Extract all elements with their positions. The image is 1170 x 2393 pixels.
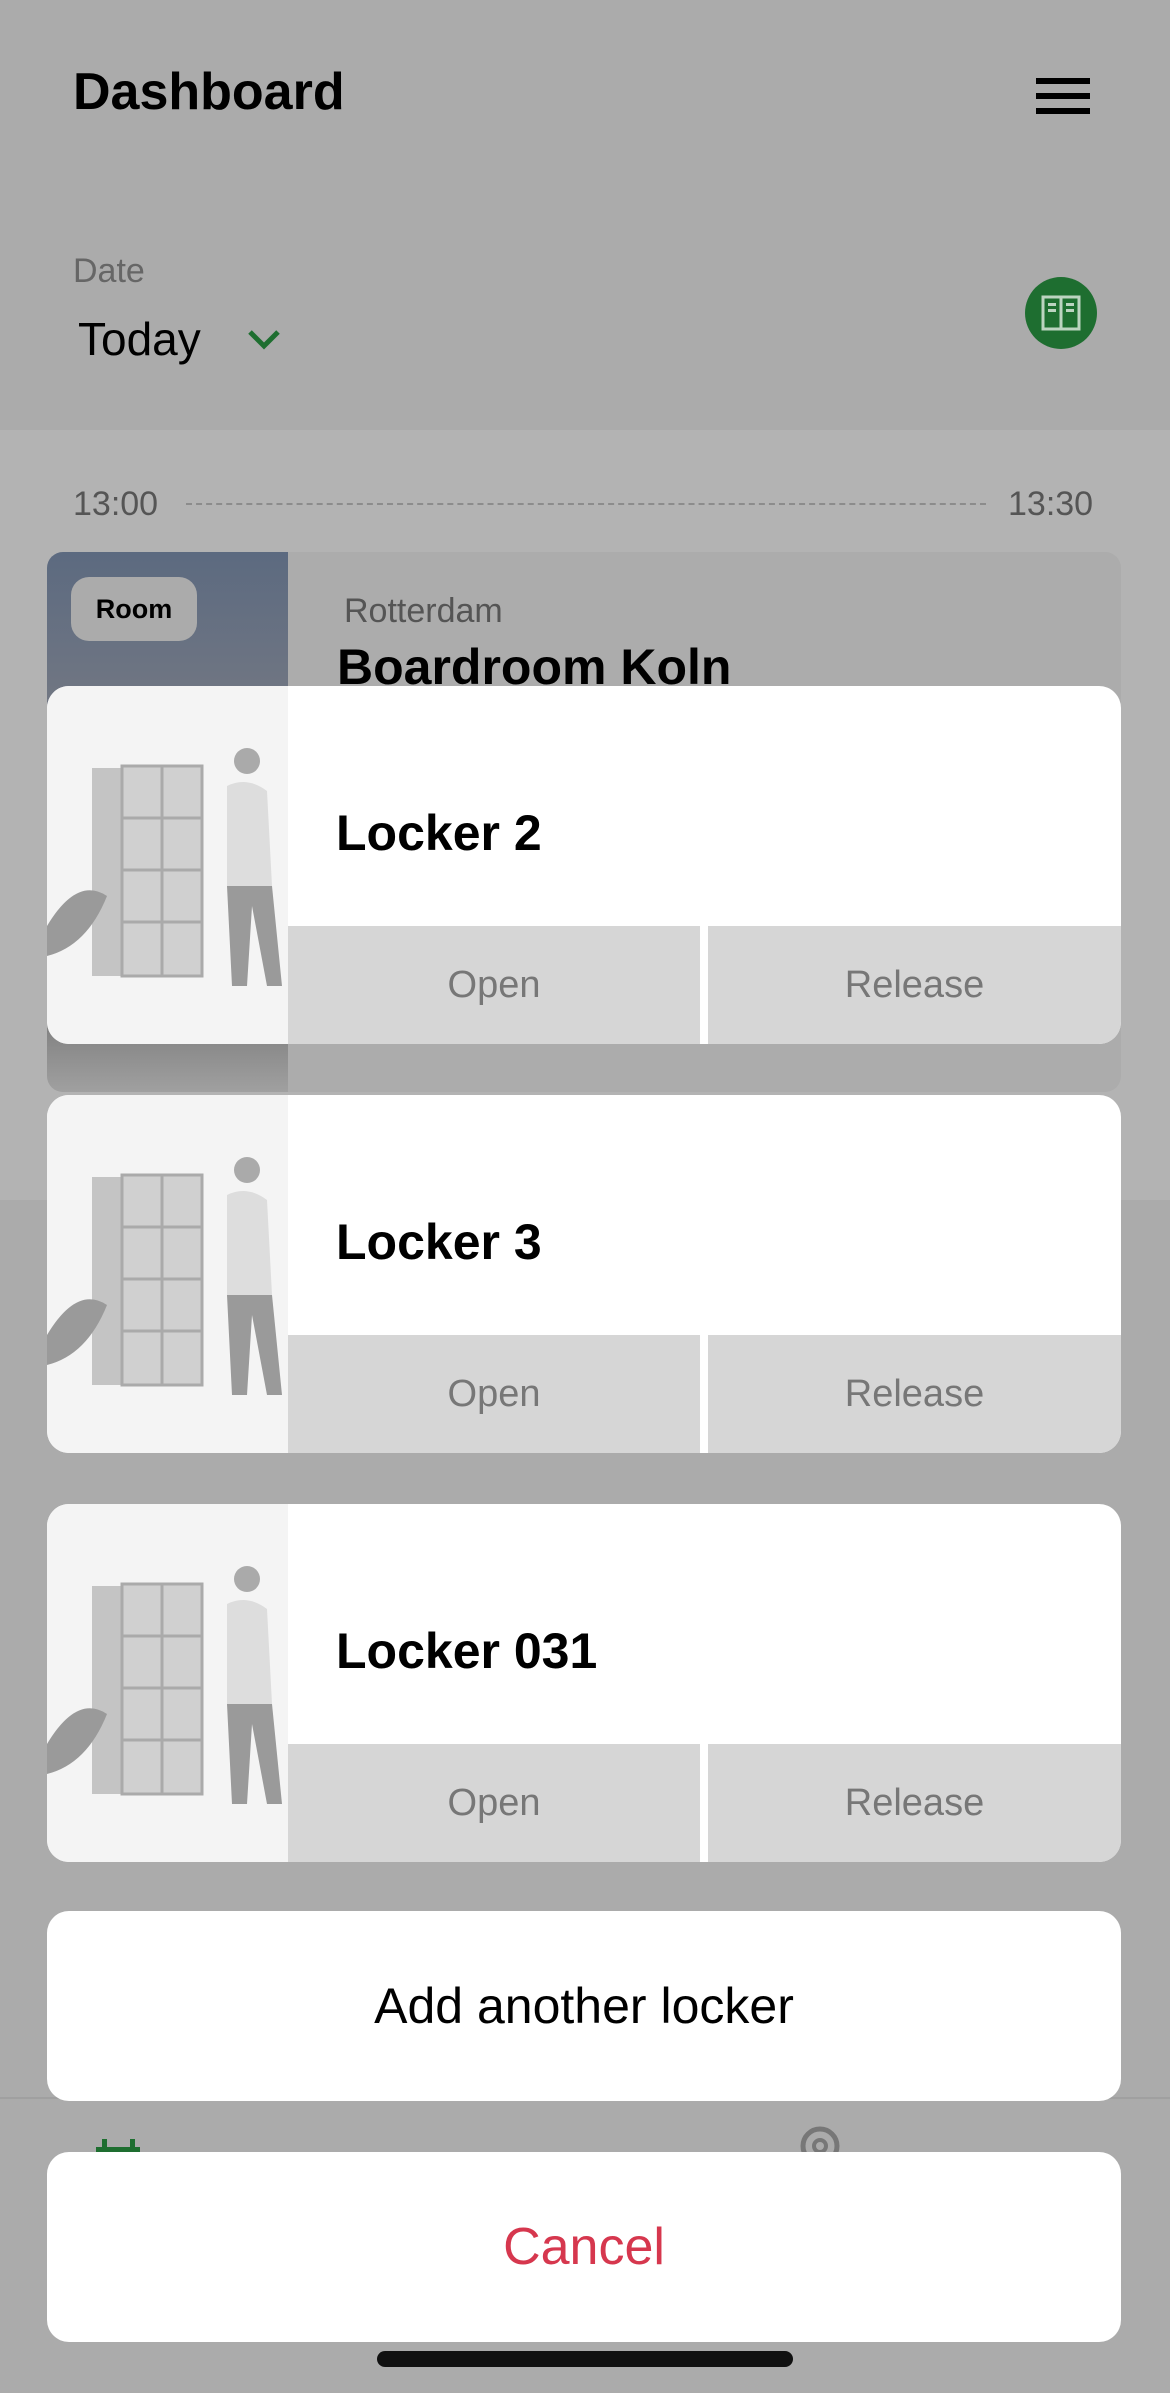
locker-card: Locker 3 Open Release xyxy=(47,1095,1121,1453)
locker-name: Locker 031 xyxy=(336,1623,598,1679)
locker-card: Locker 2 Open Release xyxy=(47,686,1121,1044)
release-button[interactable]: Release xyxy=(708,926,1121,1044)
locker-button[interactable] xyxy=(1025,277,1097,349)
app-header: Dashboard xyxy=(0,0,1170,192)
date-select[interactable]: Today xyxy=(78,312,201,366)
release-button[interactable]: Release xyxy=(708,1744,1121,1862)
open-button[interactable]: Open xyxy=(288,926,700,1044)
hamburger-icon[interactable] xyxy=(1036,78,1090,114)
add-locker-button[interactable]: Add another locker xyxy=(47,1911,1121,2101)
date-label: Date xyxy=(73,252,145,290)
locker-name: Locker 3 xyxy=(336,1214,542,1270)
locker-name: Locker 2 xyxy=(336,805,542,861)
home-indicator xyxy=(377,2351,793,2367)
locker-illustration xyxy=(47,1095,288,1453)
locker-card: Locker 031 Open Release xyxy=(47,1504,1121,1862)
timeline-end: 13:30 xyxy=(1008,485,1094,523)
timeline-divider xyxy=(186,503,986,505)
timeline-start: 13:00 xyxy=(73,485,159,523)
locker-icon xyxy=(1041,295,1081,331)
date-section xyxy=(0,192,1170,430)
release-button[interactable]: Release xyxy=(708,1335,1121,1453)
room-city: Rotterdam xyxy=(344,592,503,630)
cancel-button[interactable]: Cancel xyxy=(47,2152,1121,2342)
room-badge: Room xyxy=(71,577,197,641)
chevron-down-icon[interactable] xyxy=(244,324,284,354)
open-button[interactable]: Open xyxy=(288,1335,700,1453)
open-button[interactable]: Open xyxy=(288,1744,700,1862)
locker-illustration xyxy=(47,1504,288,1862)
locker-illustration xyxy=(47,686,288,1044)
page-title: Dashboard xyxy=(73,63,345,121)
